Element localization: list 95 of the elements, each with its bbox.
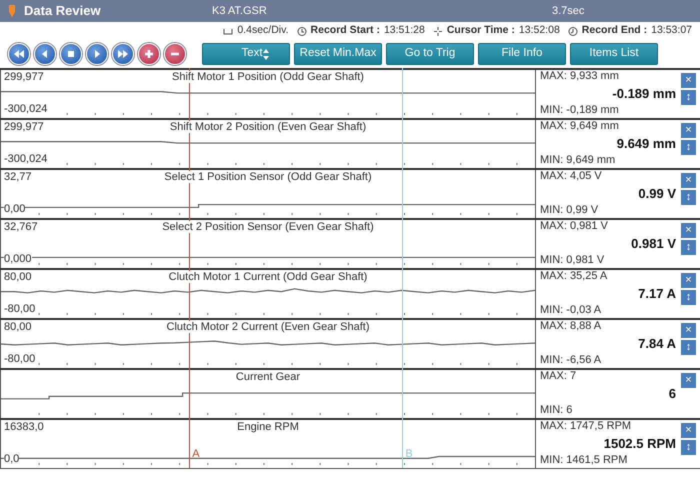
max-value: MAX: 1747,5 RPM (540, 421, 632, 432)
info-label: Cursor Time : (446, 23, 515, 38)
info-value: 13:53:07 (651, 23, 692, 38)
scale-max: 80,00 (4, 272, 32, 283)
scale-max: 16383,0 (4, 422, 44, 433)
max-value: MAX: 8,88 A (540, 321, 602, 332)
remove-channel-button[interactable]: × (681, 373, 696, 388)
channel-title: Current Gear (236, 371, 300, 383)
current-value: 7.17 A (638, 287, 676, 300)
marker-icon (8, 4, 16, 18)
reorder-button[interactable]: ↕ (681, 340, 696, 355)
stop-icon (65, 48, 77, 60)
scale-max: 299,977 (4, 122, 44, 133)
reorder-button[interactable]: ↕ (681, 140, 696, 155)
min-value: MIN: 1461,5 RPM (540, 455, 628, 466)
current-value: 1502.5 RPM (604, 437, 676, 450)
remove-channel-button[interactable]: × (681, 273, 696, 288)
min-value: MIN: -0,03 A (540, 305, 602, 316)
remove-channel-button[interactable]: × (681, 323, 696, 338)
scale-min: 0,000 (4, 254, 32, 265)
scale-min: -300,024 (4, 154, 48, 165)
previous-button[interactable] (34, 43, 56, 65)
scale-max: 299,977 (4, 72, 44, 83)
current-value: 0.99 V (638, 187, 676, 200)
scale-min: 0,0 (4, 454, 20, 465)
min-value: MIN: 6 (540, 405, 572, 416)
reorder-button[interactable]: ↕ (681, 440, 696, 455)
plus-button[interactable] (138, 43, 160, 65)
cursor-label: B (405, 449, 413, 460)
scale-max: 80,00 (4, 322, 32, 333)
reorder-button[interactable]: ↕ (681, 290, 696, 305)
max-value: MAX: 4,05 V (540, 171, 602, 182)
reorder-button[interactable]: ↕ (681, 240, 696, 255)
max-value: MAX: 35,25 A (540, 271, 608, 282)
duration-label: 3.7sec (552, 4, 586, 19)
toolbar-button[interactable]: Reset Min.Max (294, 43, 382, 65)
channel-title: Shift Motor 2 Position (Even Gear Shaft) (170, 121, 366, 133)
fast-forward-icon (117, 48, 129, 60)
scale-min: -80,00 (4, 354, 36, 365)
info-value: 13:52:08 (518, 23, 560, 38)
fast-forward-button[interactable] (112, 43, 134, 65)
info-label: Record End : (582, 23, 648, 38)
clock-icon (296, 26, 307, 36)
toolbar-button[interactable]: File Info (478, 43, 566, 65)
stop-button[interactable] (60, 43, 82, 65)
current-value: 9.649 mm (616, 137, 676, 150)
scale-min: -80,00 (4, 304, 36, 315)
current-value: 0.981 V (631, 237, 676, 250)
current-value: 6 (668, 387, 676, 400)
current-value: 7.84 A (638, 337, 676, 350)
cursor-label: A (192, 449, 200, 460)
play-button[interactable] (86, 43, 108, 65)
crosshair-icon (432, 26, 443, 36)
window-title: Data Review (24, 2, 102, 20)
file-name: K3 AT.GSR (212, 4, 268, 19)
channel-title: Shift Motor 1 Position (Odd Gear Shaft) (172, 71, 364, 83)
clock-icon (568, 26, 578, 36)
rewind-icon (13, 48, 25, 60)
min-value: MIN: -6,56 A (540, 355, 602, 366)
remove-channel-button[interactable]: × (681, 173, 696, 188)
updown-icon (262, 48, 269, 60)
max-value: MAX: 9,933 mm (540, 71, 619, 82)
min-value: MIN: 0,99 V (540, 205, 598, 216)
rewind-button[interactable] (8, 43, 30, 65)
info-label: Record Start : (310, 23, 380, 38)
plus-icon (143, 48, 155, 60)
scale-min: 0,00 (4, 204, 26, 215)
scale-max: 32,77 (4, 172, 32, 183)
min-value: MIN: 9,649 mm (540, 155, 616, 166)
display-mode-select[interactable]: Text (202, 43, 290, 65)
max-value: MAX: 7 (540, 371, 576, 382)
remove-channel-button[interactable]: × (681, 73, 696, 88)
toolbar-button[interactable]: Go to Trig (386, 43, 474, 65)
min-value: MIN: -0,189 mm (540, 105, 619, 116)
reorder-button[interactable]: ↕ (681, 190, 696, 205)
max-value: MAX: 0,981 V (540, 221, 608, 232)
remove-channel-button[interactable]: × (681, 123, 696, 138)
scale-min: -300,024 (4, 104, 48, 115)
max-value: MAX: 9,649 mm (540, 121, 619, 132)
scale-max: 32,767 (4, 222, 38, 233)
channel-title: Clutch Motor 2 Current (Even Gear Shaft) (166, 321, 370, 333)
channel-title: Clutch Motor 1 Current (Odd Gear Shaft) (168, 271, 368, 283)
cursor-line[interactable] (189, 68, 190, 468)
remove-channel-button[interactable]: × (681, 223, 696, 238)
remove-channel-button[interactable]: × (681, 423, 696, 438)
reorder-button[interactable]: ↕ (681, 90, 696, 105)
current-value: -0.189 mm (612, 87, 676, 100)
channel-title: Engine RPM (237, 421, 299, 433)
channel-title: Select 1 Position Sensor (Odd Gear Shaft) (164, 171, 372, 183)
info-value: 13:51:28 (384, 23, 425, 38)
info-value: 0.4sec/Div. (237, 23, 289, 38)
channel-title: Select 2 Position Sensor (Even Gear Shaft) (162, 221, 374, 233)
toolbar-button[interactable]: Items List (570, 43, 658, 65)
min-value: MIN: 0,981 V (540, 255, 604, 266)
minus-button[interactable] (164, 43, 186, 65)
